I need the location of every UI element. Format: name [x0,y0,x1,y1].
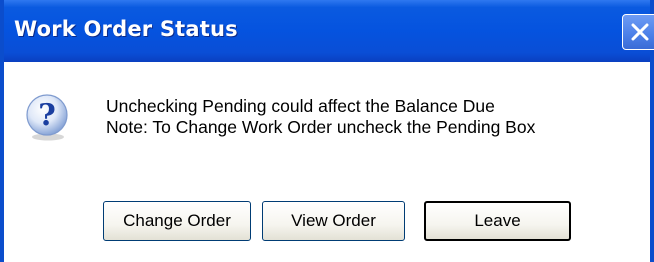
title-bar[interactable]: Work Order Status [4,0,654,62]
work-order-status-dialog: Work Order Status ? Unchecking Pending c… [0,0,654,262]
dialog-body: ? Unchecking Pending could affect the Ba… [4,62,650,262]
dialog-title: Work Order Status [14,17,238,41]
leave-button[interactable]: Leave [424,201,571,241]
close-icon [631,23,649,41]
svg-text:?: ? [38,98,56,133]
change-order-button[interactable]: Change Order [103,201,251,241]
view-order-button[interactable]: View Order [262,201,405,241]
message-line-1: Unchecking Pending could affect the Bala… [106,96,495,116]
message-line-2: Note: To Change Work Order uncheck the P… [106,117,536,137]
question-icon: ? [26,94,68,141]
message-text: Unchecking Pending could affect the Bala… [106,96,535,138]
close-button[interactable] [622,14,654,50]
